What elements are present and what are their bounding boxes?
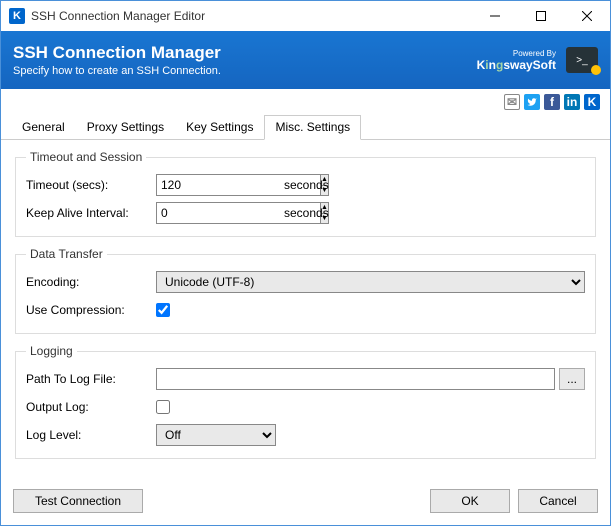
terminal-icon bbox=[566, 47, 598, 73]
linkedin-icon[interactable]: in bbox=[564, 94, 580, 110]
test-connection-button[interactable]: Test Connection bbox=[13, 489, 143, 513]
ok-button[interactable]: OK bbox=[430, 489, 510, 513]
group-transfer: Data Transfer Encoding: Unicode (UTF-8) … bbox=[15, 247, 596, 334]
mail-icon[interactable]: ✉ bbox=[504, 94, 520, 110]
banner: SSH Connection Manager Specify how to cr… bbox=[1, 31, 610, 89]
minimize-button[interactable] bbox=[472, 1, 518, 31]
group-timeout: Timeout and Session Timeout (secs): ▲▼ s… bbox=[15, 150, 596, 237]
banner-subtitle: Specify how to create an SSH Connection. bbox=[13, 65, 477, 77]
app-icon: K bbox=[9, 8, 25, 24]
encoding-select[interactable]: Unicode (UTF-8) bbox=[156, 271, 585, 293]
group-logging: Logging Path To Log File: ... Output Log… bbox=[15, 344, 596, 459]
tab-row: General Proxy Settings Key Settings Misc… bbox=[1, 115, 610, 140]
facebook-icon[interactable]: f bbox=[544, 94, 560, 110]
group-timeout-legend: Timeout and Session bbox=[26, 150, 146, 164]
tab-misc[interactable]: Misc. Settings bbox=[264, 115, 361, 140]
titlebar: K SSH Connection Manager Editor bbox=[1, 1, 610, 31]
outputlog-label: Output Log: bbox=[26, 400, 156, 414]
footer: Test Connection OK Cancel bbox=[1, 481, 610, 525]
twitter-icon[interactable] bbox=[524, 94, 540, 110]
logpath-input[interactable] bbox=[156, 368, 555, 390]
timeout-label: Timeout (secs): bbox=[26, 178, 156, 192]
encoding-label: Encoding: bbox=[26, 275, 156, 289]
content-panel: Timeout and Session Timeout (secs): ▲▼ s… bbox=[1, 140, 610, 481]
timeout-input[interactable]: ▲▼ bbox=[156, 174, 276, 196]
loglevel-label: Log Level: bbox=[26, 428, 156, 442]
logpath-label: Path To Log File: bbox=[26, 372, 156, 386]
keepalive-input[interactable]: ▲▼ bbox=[156, 202, 276, 224]
powered-by: Powered By KingswaySoft bbox=[477, 50, 556, 71]
banner-title: SSH Connection Manager bbox=[13, 43, 477, 63]
compression-label: Use Compression: bbox=[26, 303, 156, 317]
window-title: SSH Connection Manager Editor bbox=[31, 9, 472, 23]
social-row: ✉ f in K bbox=[1, 89, 610, 113]
ks-icon[interactable]: K bbox=[584, 94, 600, 110]
group-transfer-legend: Data Transfer bbox=[26, 247, 107, 261]
cancel-button[interactable]: Cancel bbox=[518, 489, 598, 513]
tab-general[interactable]: General bbox=[11, 115, 76, 139]
group-logging-legend: Logging bbox=[26, 344, 77, 358]
keepalive-unit: seconds bbox=[284, 206, 329, 220]
browse-button[interactable]: ... bbox=[559, 368, 585, 390]
close-button[interactable] bbox=[564, 1, 610, 31]
loglevel-select[interactable]: Off bbox=[156, 424, 276, 446]
tab-key[interactable]: Key Settings bbox=[175, 115, 264, 139]
timeout-unit: seconds bbox=[284, 178, 329, 192]
keepalive-label: Keep Alive Interval: bbox=[26, 206, 156, 220]
maximize-button[interactable] bbox=[518, 1, 564, 31]
compression-checkbox[interactable] bbox=[156, 303, 170, 317]
outputlog-checkbox[interactable] bbox=[156, 400, 170, 414]
tab-proxy[interactable]: Proxy Settings bbox=[76, 115, 175, 139]
